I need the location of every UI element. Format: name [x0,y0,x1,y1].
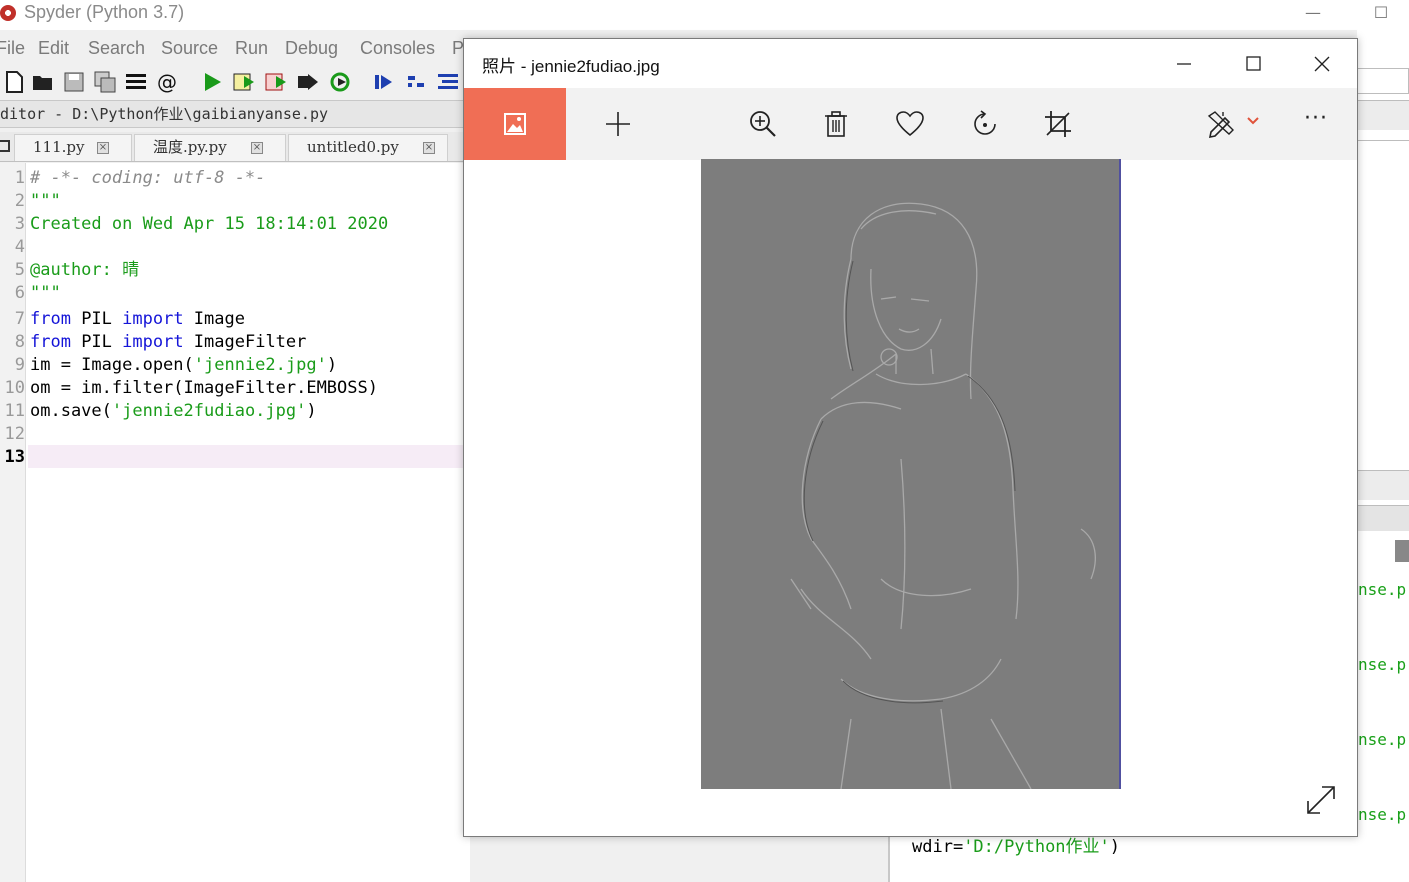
console-output-line: nse.p [1358,655,1407,674]
debug-icon[interactable] [372,70,396,94]
step-into-icon[interactable] [436,70,460,94]
spyder-titlebar: Spyder (Python 3.7) — ☐ [0,0,1409,30]
menu-consoles[interactable]: Consoles [360,38,435,59]
code-editor[interactable]: 1 # -*- coding: utf-8 -*- 2 """ 3 Created o… [0,163,470,882]
editor-path-header: ditor - D:\Python作业\gaibianyanse.py [0,100,470,128]
edit-icon[interactable] [1205,108,1237,140]
more-icon[interactable]: ··· [1304,106,1328,131]
right-pane-header [1357,100,1409,130]
photos-maximize-button[interactable] [1230,49,1276,79]
menu-run[interactable]: Run [235,38,268,59]
run-cell-advance-icon[interactable] [264,70,288,94]
rotate-icon[interactable] [969,108,1001,140]
embossed-photo [701,159,1121,789]
photos-window-title: 照片 - jennie2fudiao.jpg [482,57,660,76]
photos-minimize-button[interactable] [1161,49,1207,79]
run-icon[interactable] [200,70,224,94]
crop-icon[interactable] [1042,108,1074,140]
right-pane-field[interactable] [1357,68,1409,94]
tab-label: 温度.py.py [153,138,227,156]
console-output-line: nse.p [1358,805,1407,824]
window-title: Spyder (Python 3.7) [24,2,185,22]
minimize-button[interactable]: — [1290,2,1336,28]
view-image-button[interactable] [464,88,566,160]
new-file-icon[interactable] [2,70,26,94]
main-toolbar: @ [0,66,470,98]
menu-source[interactable]: Source [161,38,218,59]
maximize-button[interactable]: ☐ [1358,2,1404,28]
zoom-in-icon[interactable] [747,108,779,140]
run-cell-icon[interactable] [232,70,256,94]
tab-close-icon[interactable]: × [423,142,435,154]
menu-edit[interactable]: Edit [38,38,69,59]
add-icon[interactable] [602,108,634,140]
open-file-icon[interactable] [31,70,55,94]
editor-tabbar: 111.py × 温度.py.py × untitled0.py × [0,132,470,162]
step-icon[interactable] [404,70,428,94]
menu-search[interactable]: Search [88,38,145,59]
save-icon[interactable] [62,70,86,94]
favorite-icon[interactable] [894,108,926,140]
svg-text:@: @ [157,70,177,94]
menu-debug[interactable]: Debug [285,38,338,59]
tab-wendu-py[interactable]: 温度.py.py × [134,134,286,161]
photos-toolbar: ··· [464,88,1357,160]
right-pane-scroll-handle[interactable] [1395,540,1409,562]
photos-close-button[interactable] [1299,49,1345,79]
right-pane-tabbar [1357,470,1409,500]
tab-close-icon[interactable]: × [97,142,109,154]
run-selection-icon[interactable] [296,70,320,94]
save-all-icon[interactable] [93,70,117,94]
tab-menu-icon[interactable] [0,140,10,152]
console-output-line: nse.p [1358,730,1407,749]
current-line-highlight [28,445,470,468]
tab-untitled0-py[interactable]: untitled0.py × [288,134,448,161]
rerun-icon[interactable] [328,70,352,94]
chevron-down-icon[interactable] [1246,116,1260,126]
photos-window: 照片 - jennie2fudiao.jpg ··· [463,38,1358,837]
right-pane [1357,30,1409,882]
embossed-photo-graphic [701,159,1119,789]
console-output-line: nse.p [1358,580,1407,599]
list-icon[interactable] [124,70,148,94]
menu-bar: File Edit Search Source Run Debug Consol… [0,36,470,64]
at-symbol-icon[interactable]: @ [155,70,179,94]
menu-file[interactable]: File [0,38,25,59]
delete-icon[interactable] [820,108,852,140]
tab-111-py[interactable]: 111.py × [14,134,132,161]
tab-close-icon[interactable]: × [251,142,263,154]
tab-label: untitled0.py [307,138,399,156]
expand-icon[interactable] [1304,783,1338,817]
tab-label: 111.py [33,138,85,156]
spyder-logo-icon [0,5,16,21]
right-pane-toolbar [1357,505,1409,531]
view-image-icon [504,113,526,135]
right-pane-divider [1357,140,1409,156]
